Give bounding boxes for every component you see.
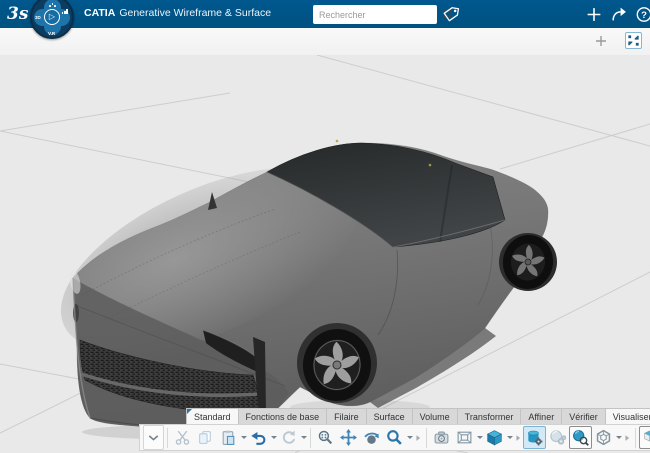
tag-icon[interactable] [442, 6, 460, 23]
dropdown-caret[interactable] [506, 426, 513, 449]
cut-icon [174, 429, 191, 446]
toolbar-separator [426, 428, 427, 448]
shaded-analysis-icon [572, 429, 589, 446]
3ds-logo[interactable]: 3s [7, 3, 31, 25]
help-icon[interactable]: ? [635, 6, 650, 23]
tab-label: Affiner [528, 412, 554, 422]
tab-standard[interactable]: Standard [186, 408, 238, 424]
application-window: 3s 3D V.R ▷ CATIA Generative Wireframe & … [0, 0, 650, 453]
rotate-icon [363, 429, 380, 446]
svg-text:?: ? [641, 10, 647, 21]
shaded-analysis-button[interactable] [569, 426, 592, 449]
secondary-bar [0, 28, 650, 55]
iso-view-icon [486, 429, 503, 446]
redo-icon [280, 429, 297, 446]
zoom-area-icon [317, 429, 334, 446]
tab-label: Visualiser [613, 412, 650, 422]
tab-volume[interactable]: Volume [412, 408, 457, 424]
shaded-material-icon [526, 429, 543, 446]
view-frame-icon [456, 429, 473, 446]
camera-icon [433, 429, 450, 446]
tab-visualiser[interactable]: Visualiser [605, 408, 650, 424]
paste-icon [220, 429, 237, 446]
app-title: CATIA Generative Wireframe & Surface [84, 7, 271, 19]
add-icon[interactable] [594, 34, 608, 48]
wireframe-button[interactable] [592, 426, 615, 449]
zoom-icon [386, 429, 403, 446]
tab-label: Fonctions de base [246, 412, 320, 422]
play-icon[interactable]: ▷ [44, 9, 60, 25]
tab-surface[interactable]: Surface [366, 408, 412, 424]
flyout-chevron-icon[interactable] [513, 426, 523, 449]
compass-vr-label: V.R [48, 31, 55, 36]
tab-label: Volume [420, 412, 450, 422]
view-frame-button[interactable] [453, 426, 476, 449]
compass-3d-label: 3D [35, 15, 41, 20]
cut-button [171, 426, 194, 449]
dropdown-caret[interactable] [406, 426, 413, 449]
dropdown-caret[interactable] [270, 426, 277, 449]
rotate-button[interactable] [360, 426, 383, 449]
toolbar-separator [167, 428, 168, 448]
camera-button[interactable] [430, 426, 453, 449]
undo-button[interactable] [247, 426, 270, 449]
workbench-name: Generative Wireframe & Surface [119, 7, 271, 19]
car-model[interactable] [60, 135, 575, 450]
app-name: CATIA [84, 7, 115, 19]
viewport-3d[interactable] [0, 55, 650, 453]
flyout-chevron-icon[interactable] [413, 426, 423, 449]
pan-button[interactable] [337, 426, 360, 449]
shaded-material-button[interactable] [523, 426, 546, 449]
iso-view-button[interactable] [483, 426, 506, 449]
tab-label: Filaire [334, 412, 359, 422]
wireframe-icon [595, 429, 612, 446]
dropdown-caret[interactable] [240, 426, 247, 449]
search-input[interactable] [313, 10, 440, 20]
toolbar-separator [310, 428, 311, 448]
pan-icon [340, 429, 357, 446]
toolbar-separator [635, 428, 636, 448]
shaded-off-button [546, 426, 569, 449]
tab-label: Transformer [465, 412, 514, 422]
undo-icon [250, 429, 267, 446]
copy-icon [197, 429, 214, 446]
expander-icon [145, 429, 162, 446]
pointer-cube-icon [642, 429, 650, 446]
expander-button[interactable] [143, 425, 164, 450]
tab-v-rifier[interactable]: Vérifier [561, 408, 605, 424]
collapse-window-icon[interactable] [625, 32, 642, 49]
tab-label: Vérifier [569, 412, 598, 422]
shaded-off-icon [549, 429, 566, 446]
pointer-cube-button[interactable] [639, 426, 650, 449]
copy-button [194, 426, 217, 449]
add-icon[interactable] [585, 6, 603, 23]
tab-affiner[interactable]: Affiner [520, 408, 561, 424]
share-icon[interactable] [610, 6, 628, 23]
ribbon-tabs: Standard Fonctions de base Filaire Surface V… [186, 408, 650, 424]
dropdown-caret[interactable] [615, 426, 622, 449]
top-app-bar: 3s 3D V.R ▷ CATIAGenerative Wireframe & … [0, 0, 650, 28]
dropdown-caret[interactable] [300, 426, 307, 449]
people-icon [49, 3, 56, 7]
action-toolbar [139, 424, 650, 451]
zoom-area-button[interactable] [314, 426, 337, 449]
zoom-button[interactable] [383, 426, 406, 449]
tab-filaire[interactable]: Filaire [326, 408, 366, 424]
tab-transformer[interactable]: Transformer [457, 408, 521, 424]
tab-fonctions-de-base[interactable]: Fonctions de base [238, 408, 327, 424]
paste-button[interactable] [217, 426, 240, 449]
search-box [313, 5, 437, 24]
dropdown-caret[interactable] [476, 426, 483, 449]
flyout-chevron-icon[interactable] [622, 426, 632, 449]
tab-label: Standard [194, 412, 231, 422]
tab-label: Surface [374, 412, 405, 422]
redo-button [277, 426, 300, 449]
